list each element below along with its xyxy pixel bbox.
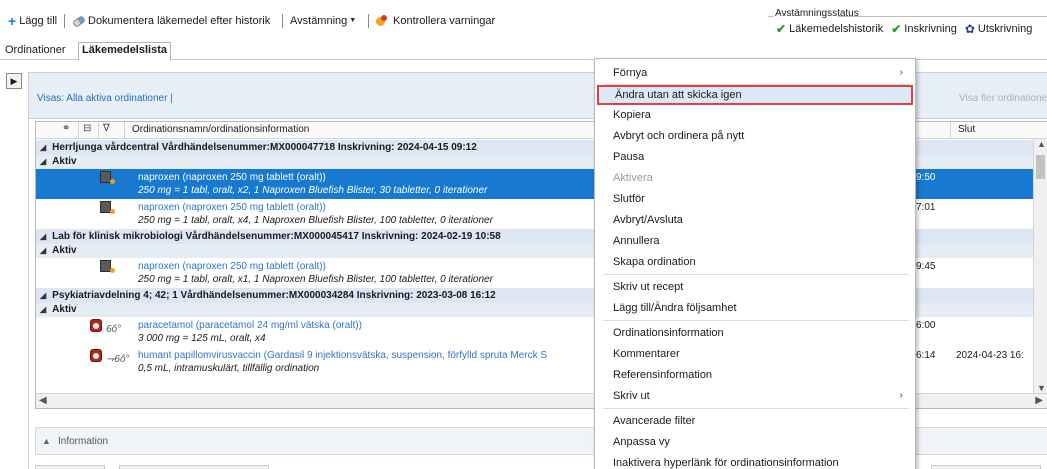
- bottom-button[interactable]: [119, 465, 269, 469]
- show-more-link[interactable]: Visa fler ordinationer: [959, 93, 1047, 104]
- start-time: 6:00: [916, 320, 936, 331]
- end-time: 2024-04-23 16:: [956, 350, 1024, 361]
- menu-item-avancerade-filter[interactable]: Avancerade filter: [595, 411, 915, 431]
- syringe-icon: ⇁6ô°: [106, 354, 130, 365]
- menu-item-pausa[interactable]: Pausa: [595, 147, 915, 167]
- pill-icon: [72, 15, 84, 27]
- dosage-info: 0,5 mL, intramuskulärt, tillfällig ordin…: [138, 363, 320, 374]
- scroll-thumb[interactable]: [1036, 155, 1045, 179]
- dosage-info: 250 mg = 1 tabl, oralt, x1, 1 Naproxen B…: [138, 274, 493, 285]
- menu-item-andra-utan-att-skicka-igen[interactable]: Ändra utan att skicka igen: [597, 85, 913, 105]
- check-icon: ✔: [891, 22, 902, 36]
- medication-name-link[interactable]: naproxen (naproxen 250 mg tablett (oralt…: [138, 261, 326, 272]
- tab-lakemedelslista[interactable]: Läkemedelslista: [78, 42, 171, 61]
- menu-item-avbryt-avsluta[interactable]: Avbryt/Avsluta: [595, 210, 915, 230]
- document-column-icon[interactable]: ⊟: [83, 123, 91, 134]
- chevron-right-icon: ›: [899, 67, 903, 78]
- medication-icon: 6ô°: [90, 319, 121, 335]
- reconcile-dropdown[interactable]: Avstämning ▼: [290, 13, 356, 29]
- warning-icon: [376, 15, 389, 27]
- collapse-up-icon: ▲: [42, 436, 51, 446]
- column-name[interactable]: Ordinationsnamn/ordinationsinformation: [132, 124, 309, 135]
- medication-name-link[interactable]: naproxen (naproxen 250 mg tablett (oralt…: [138, 172, 326, 183]
- menu-item-skriv-ut[interactable]: Skriv ut ›: [595, 386, 915, 406]
- menu-item-slutfor[interactable]: Slutför: [595, 189, 915, 209]
- start-time: 9:50: [916, 172, 936, 183]
- pill-bottle-icon: [100, 171, 115, 186]
- vertical-scrollbar[interactable]: ▲ ▼: [1033, 139, 1047, 395]
- pill-bottle-icon: [100, 260, 115, 275]
- filter-link[interactable]: Visas: Alla aktiva ordinationer |: [37, 93, 173, 104]
- menu-item-folj-samhet[interactable]: Lägg till/Ändra följsamhet: [595, 298, 915, 318]
- reconciliation-status: Avstämningsstatus ✔ Läkemedelshistorik ✔…: [768, 8, 1047, 36]
- collapse-icon: ◢: [40, 143, 47, 152]
- collapse-icon: ◢: [40, 305, 47, 314]
- menu-item-kopiera[interactable]: Kopiera: [595, 105, 915, 125]
- bottom-button[interactable]: [931, 465, 1041, 469]
- menu-item-referensinformation[interactable]: Referensinformation: [595, 365, 915, 385]
- collapse-icon: ◢: [40, 246, 47, 255]
- menu-item-annullera[interactable]: Annullera: [595, 231, 915, 251]
- start-time: 6:14: [916, 350, 936, 361]
- dosage-info: 250 mg = 1 tabl, oralt, x4, 1 Naproxen B…: [138, 215, 493, 226]
- filter-column-icon[interactable]: ∇: [103, 123, 110, 134]
- check-icon: ✔: [776, 22, 787, 36]
- status-discharge[interactable]: Utskrivning: [978, 23, 1032, 35]
- status-history[interactable]: Läkemedelshistorik: [789, 23, 883, 35]
- toolbar-divider: [282, 14, 283, 28]
- dosage-info: 3 000 mg = 125 mL, oralt, x4: [138, 333, 266, 344]
- scroll-up-icon[interactable]: ▲: [1037, 139, 1046, 149]
- chevron-right-icon: ›: [899, 390, 903, 401]
- toolbar-divider: [368, 14, 369, 28]
- menu-item-skriv-ut-recept[interactable]: Skriv ut recept: [595, 277, 915, 297]
- menu-item-avbryt-och-ordinera[interactable]: Avbryt och ordinera på nytt: [595, 126, 915, 146]
- check-warnings-button[interactable]: Kontrollera varningar: [376, 13, 495, 29]
- medication-name-link[interactable]: naproxen (naproxen 250 mg tablett (oralt…: [138, 202, 326, 213]
- scroll-left-icon[interactable]: ◀: [39, 395, 47, 406]
- caret-down-icon: ▼: [349, 17, 357, 24]
- add-button[interactable]: + Lägg till: [8, 13, 57, 29]
- tab-bar: Ordinationer Läkemedelslista: [0, 40, 1047, 61]
- scroll-down-icon[interactable]: ▼: [1037, 383, 1046, 393]
- pill-bottle-icon: [100, 201, 115, 216]
- medication-name-link[interactable]: paracetamol (paracetamol 24 mg/ml vätska…: [138, 320, 362, 331]
- medication-icon: ⇁6ô°: [90, 349, 130, 365]
- start-time: 9:45: [916, 261, 936, 272]
- glasses-icon: 6ô°: [106, 324, 122, 335]
- attachment-column-icon[interactable]: ⚭: [62, 123, 70, 134]
- document-history-button[interactable]: Dokumentera läkemedel efter historik: [72, 13, 270, 29]
- scroll-right-icon[interactable]: ▶: [1035, 395, 1043, 406]
- bottom-button[interactable]: [35, 465, 105, 469]
- status-title: Avstämningsstatus: [775, 8, 859, 19]
- menu-item-ordinationsinformation[interactable]: Ordinationsinformation: [595, 323, 915, 343]
- column-end[interactable]: Slut: [958, 124, 975, 135]
- toolbar-divider: [64, 14, 65, 28]
- information-label: Information: [58, 436, 109, 447]
- context-menu: Förnya › Ändra utan att skicka igen Kopie…: [594, 58, 916, 469]
- toolbar: + Lägg till Dokumentera läkemedel efter …: [0, 0, 1047, 40]
- expand-panel-button[interactable]: ▶: [6, 73, 22, 89]
- menu-item-skapa-ordination[interactable]: Skapa ordination: [595, 252, 915, 272]
- start-time: 7:01: [916, 202, 936, 213]
- tab-ordinationer[interactable]: Ordinationer: [2, 43, 69, 60]
- medication-name-link[interactable]: humant papillomvirusvaccin (Gardasil 9 i…: [138, 350, 547, 361]
- collapse-icon: ◢: [40, 232, 47, 241]
- menu-item-fornya[interactable]: Förnya ›: [595, 63, 915, 83]
- status-admission[interactable]: Inskrivning: [904, 23, 957, 35]
- menu-item-inaktivera-hyperlank[interactable]: Inaktivera hyperlänk för ordinationsinfo…: [595, 453, 915, 469]
- dosage-info: 250 mg = 1 tabl, oralt, x2, 1 Naproxen B…: [138, 185, 488, 196]
- plus-icon: +: [8, 13, 17, 29]
- collapse-icon: ◢: [40, 157, 47, 166]
- menu-item-kommentarer[interactable]: Kommentarer: [595, 344, 915, 364]
- menu-item-aktivera: Aktivera: [613, 172, 653, 184]
- menu-item-anpassa-vy[interactable]: Anpassa vy: [595, 432, 915, 452]
- gear-icon: ✿: [964, 22, 975, 36]
- collapse-icon: ◢: [40, 291, 47, 300]
